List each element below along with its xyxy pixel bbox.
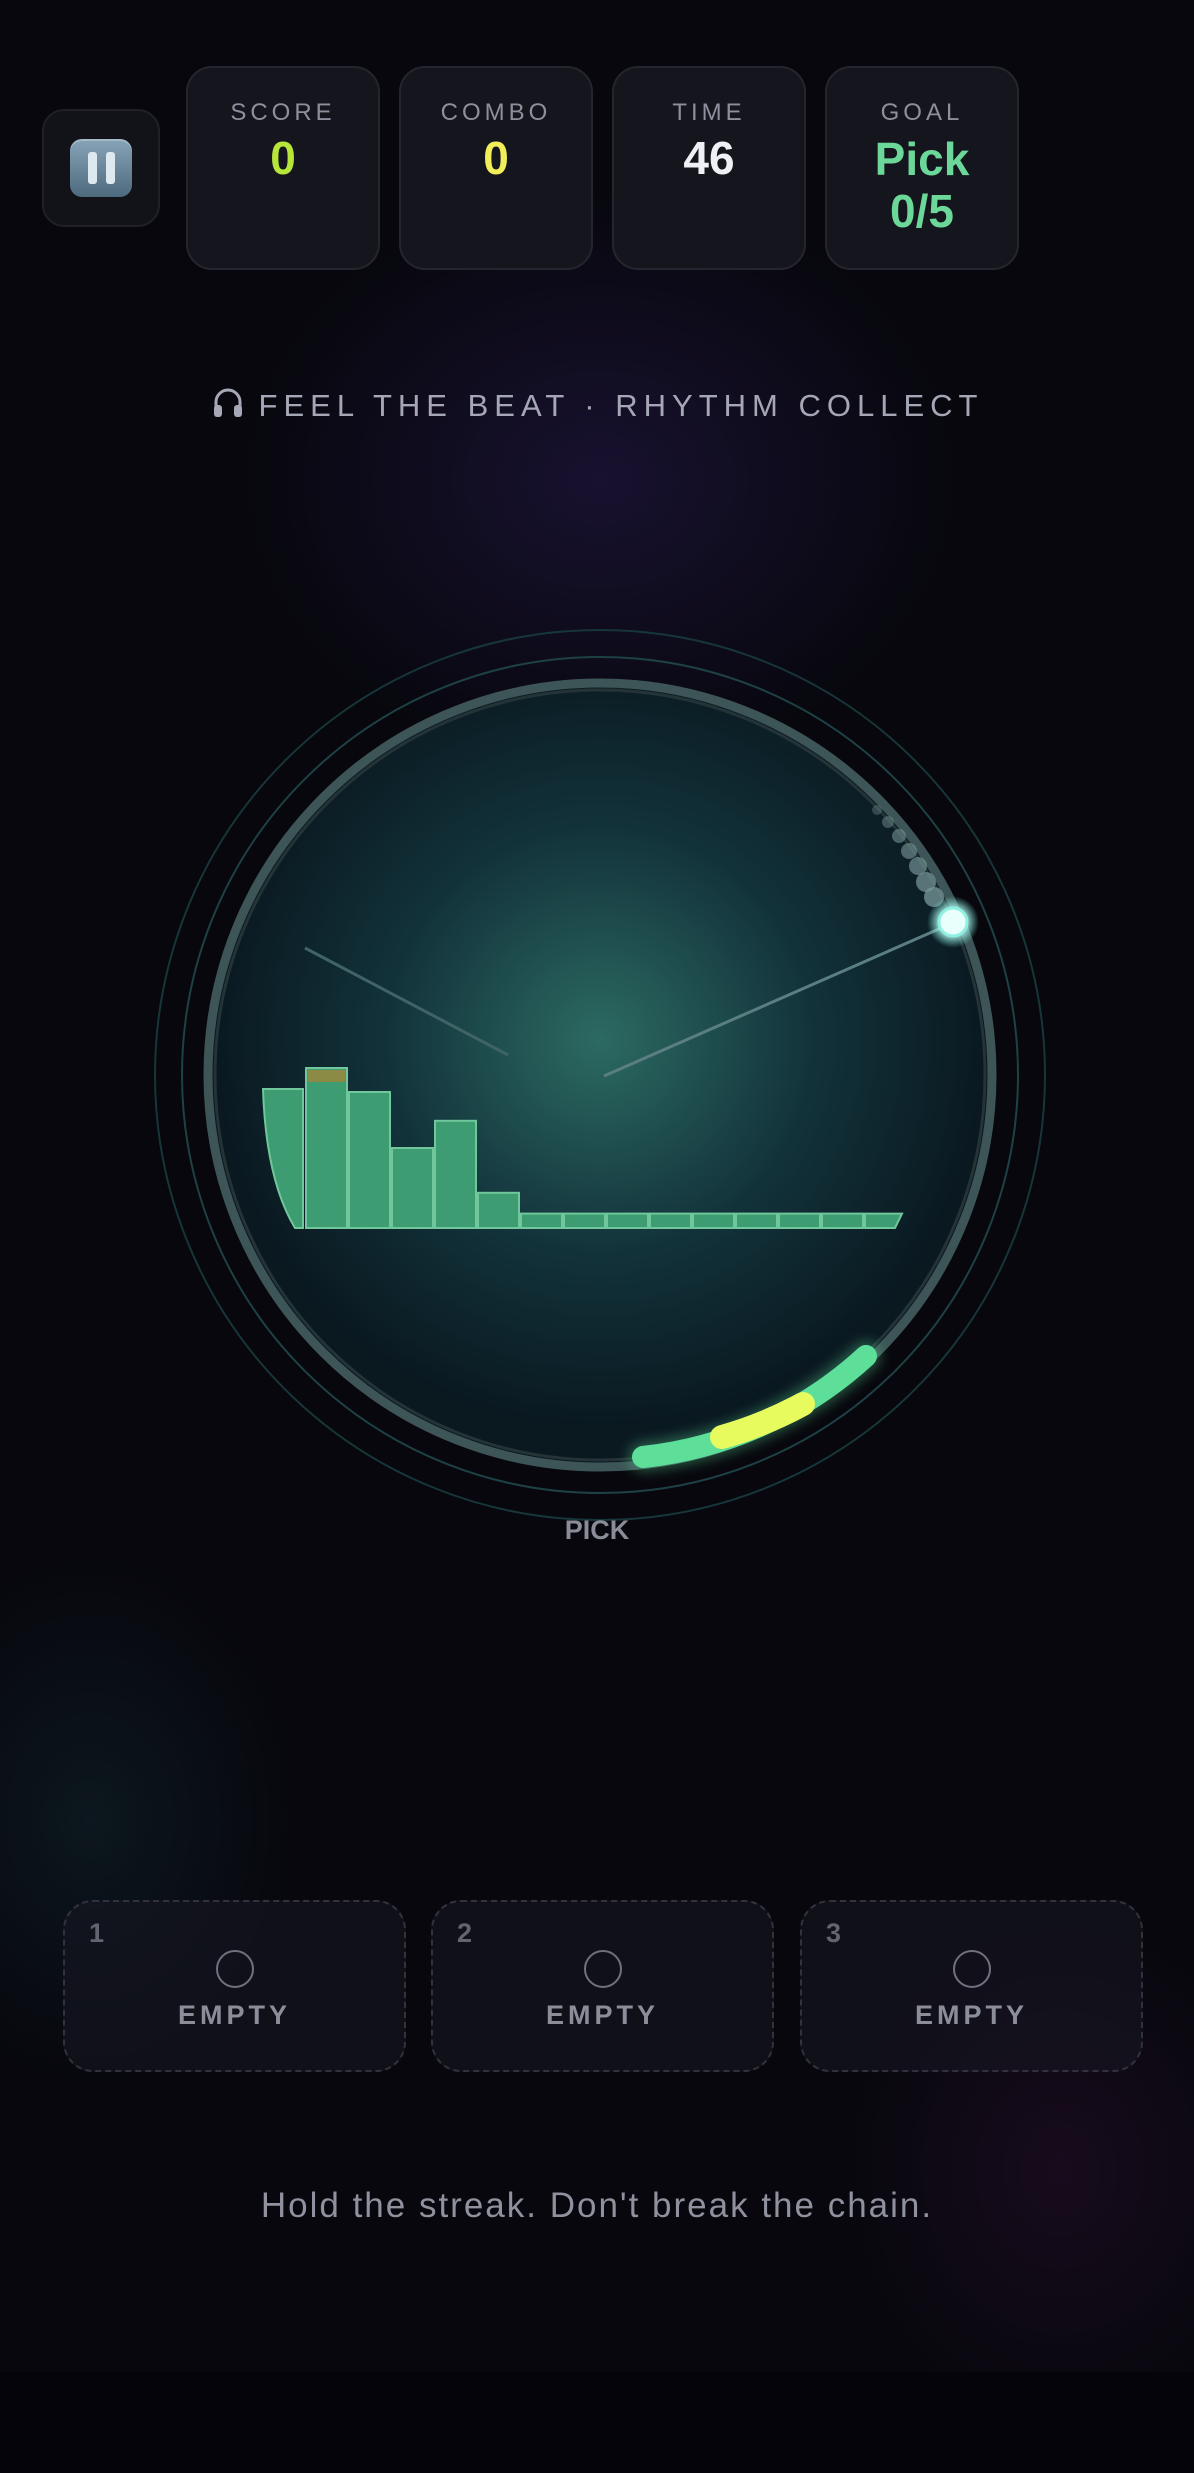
slot-number: 1 [89, 1918, 105, 1948]
bottom-strip [0, 2372, 1194, 2473]
spectrum-bar-7 [563, 1212, 606, 1229]
spectrum-bar-14 [864, 1212, 904, 1229]
spectrum-bar-10 [692, 1212, 735, 1229]
spectrum-bar-5 [477, 1191, 520, 1230]
spectrum-bar-12 [778, 1212, 821, 1229]
rhythm-arena[interactable] [0, 0, 1194, 1560]
spectrum-bar-4 [434, 1119, 477, 1230]
spectrum-bar-13 [821, 1212, 864, 1229]
collect-slot-2[interactable]: 2 EMPTY [431, 1900, 774, 2072]
slot-status: EMPTY [177, 2000, 291, 2030]
spectrum-bar-2 [348, 1091, 391, 1229]
footer-hint: Hold the streak. Don't break the chain. [260, 2186, 934, 2225]
empty-circle-icon [215, 1950, 254, 1988]
spectrum-bar-6 [520, 1212, 563, 1229]
empty-circle-icon [583, 1950, 622, 1988]
arena-label: PICK [564, 1515, 630, 1545]
spectrum-bar-1 [305, 1067, 348, 1229]
spectrum-bar-9 [649, 1212, 692, 1229]
spectrum-bar-8 [606, 1212, 649, 1229]
slot-status: EMPTY [914, 2000, 1028, 2030]
collect-slot-3[interactable]: 3 EMPTY [800, 1900, 1143, 2072]
spectrum-bar-3 [391, 1147, 434, 1229]
slot-number: 3 [826, 1918, 842, 1948]
beat-orb[interactable] [937, 906, 969, 938]
collect-slot-1[interactable]: 1 EMPTY [63, 1900, 406, 2072]
slot-status: EMPTY [545, 2000, 659, 2030]
spectrum-peak-cap [308, 1070, 345, 1082]
empty-circle-icon [952, 1950, 991, 1988]
spectrum-bar-11 [735, 1212, 778, 1229]
slot-number: 2 [457, 1918, 473, 1948]
